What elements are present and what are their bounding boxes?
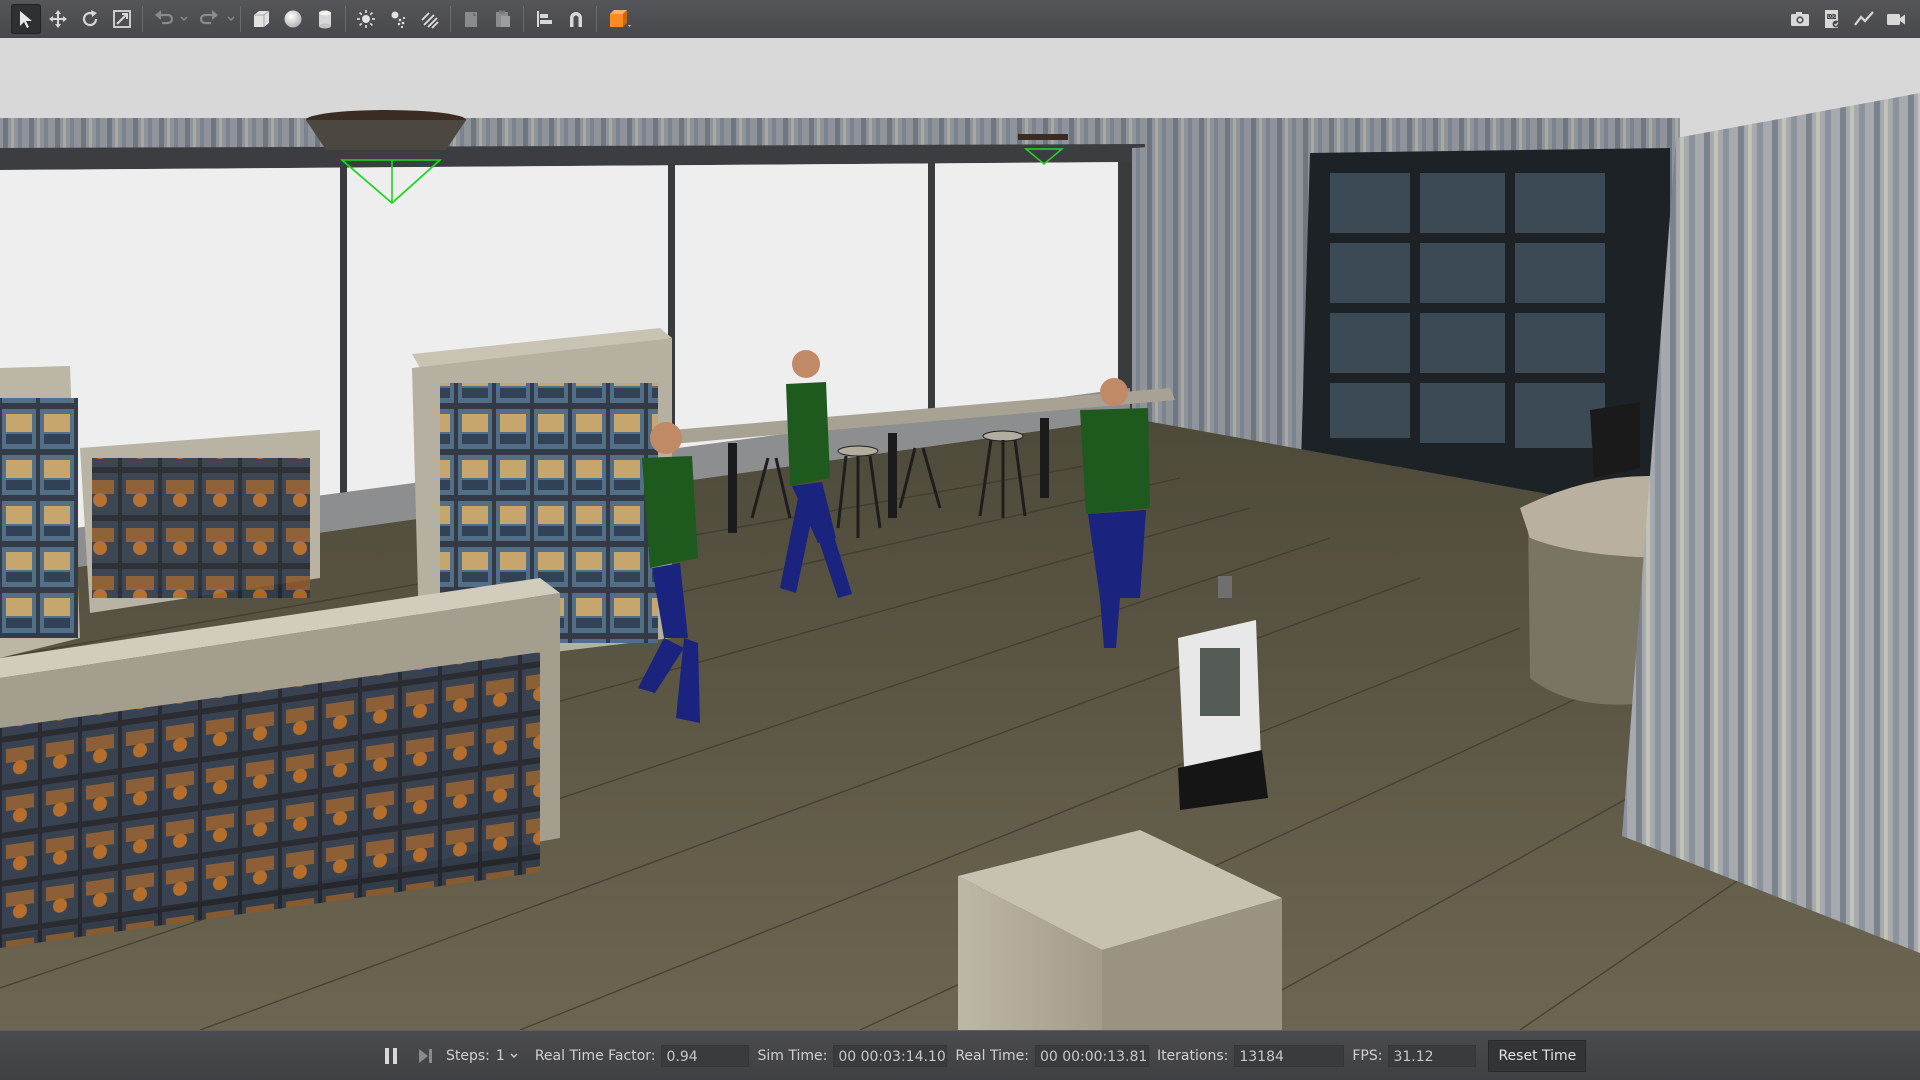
align-icon: [537, 11, 552, 27]
iterations-label: Iterations:: [1156, 1048, 1229, 1064]
chevron-down-icon: [510, 1053, 518, 1058]
point-light-button[interactable]: [351, 4, 381, 34]
reset-time-button[interactable]: Reset Time: [1488, 1040, 1587, 1072]
magnet-icon: [570, 12, 582, 27]
redo-icon: [199, 10, 218, 25]
sphere-shape-button[interactable]: [278, 4, 308, 34]
rotate-mode-button[interactable]: [75, 4, 105, 34]
chevron-down-icon: [180, 16, 188, 21]
change-view-button[interactable]: [602, 4, 638, 34]
box-shape-button[interactable]: [246, 4, 276, 34]
directional-light-icon: [421, 12, 439, 29]
undo-icon: [155, 10, 174, 25]
chart-line-icon: [1854, 11, 1874, 26]
paste-icon: [496, 10, 510, 27]
toolbar-separator: [240, 6, 241, 32]
move-arrows-icon: [49, 10, 67, 28]
screenshot-button[interactable]: [1785, 4, 1815, 34]
real-time-field: 00 00:00:13.818: [1034, 1045, 1149, 1067]
pause-icon: [385, 1048, 397, 1064]
translate-mode-button[interactable]: [43, 4, 73, 34]
arrow-cursor-icon: [20, 11, 32, 28]
cylinder-icon: [319, 10, 331, 29]
fps-label: FPS:: [1352, 1048, 1383, 1064]
spotlight-icon: [391, 11, 406, 29]
log-icon: LOG: [1825, 10, 1840, 28]
top-toolbar: LOG: [0, 0, 1920, 39]
chevron-down-icon: [227, 16, 235, 21]
simulation-controls: Steps: 1 Real Time Factor: 0.94 Sim Time…: [378, 1031, 1587, 1080]
sphere-icon: [284, 10, 302, 28]
status-bar: Steps: 1 Real Time Factor: 0.94 Sim Time…: [0, 1030, 1920, 1080]
real-time-factor-label: Real Time Factor:: [534, 1048, 656, 1064]
scale-mode-button[interactable]: [107, 4, 137, 34]
toolbar-separator: [523, 6, 524, 32]
redo-dropdown[interactable]: [226, 4, 236, 34]
fps-field: 31.12: [1388, 1045, 1477, 1067]
steps-label: Steps:: [446, 1048, 490, 1064]
step-button[interactable]: [412, 1043, 438, 1069]
svg-text:LOG: LOG: [1828, 14, 1838, 20]
snap-button[interactable]: [561, 4, 591, 34]
step-forward-icon: [419, 1049, 432, 1063]
rotate-icon: [82, 10, 98, 27]
steps-value: 1: [495, 1048, 505, 1064]
sim-time-field: 00 00:03:14.103: [833, 1045, 948, 1067]
redo-button[interactable]: [195, 4, 225, 34]
directional-light-button[interactable]: [415, 4, 445, 34]
scene-render: [0, 38, 1920, 1030]
toolbar-separator: [345, 6, 346, 32]
sun-icon: [357, 10, 375, 28]
scene-viewport[interactable]: [0, 38, 1920, 1030]
copy-button[interactable]: [456, 4, 486, 34]
record-video-button[interactable]: [1881, 4, 1911, 34]
toolbar-separator: [450, 6, 451, 32]
log-button[interactable]: LOG: [1817, 4, 1847, 34]
pause-button[interactable]: [378, 1043, 404, 1069]
real-time-label: Real Time:: [955, 1048, 1029, 1064]
gazebo-window: LOG Steps: 1 Real Time Factor: 0.94 Sim …: [0, 0, 1920, 1080]
undo-button[interactable]: [148, 4, 178, 34]
video-camera-icon: [1887, 14, 1905, 25]
scale-icon: [113, 10, 131, 28]
real-time-factor-field: 0.94: [661, 1045, 750, 1067]
select-mode-button[interactable]: [11, 4, 41, 34]
box-icon: [254, 10, 270, 27]
paste-button[interactable]: [488, 4, 518, 34]
view-cube-icon: [610, 10, 631, 27]
spot-light-button[interactable]: [383, 4, 413, 34]
undo-dropdown[interactable]: [179, 4, 189, 34]
toolbar-separator: [142, 6, 143, 32]
plot-button[interactable]: [1849, 4, 1879, 34]
cylinder-shape-button[interactable]: [310, 4, 340, 34]
camera-icon: [1791, 12, 1809, 26]
steps-spinbox[interactable]: 1: [496, 1048, 519, 1064]
copy-icon: [465, 12, 477, 27]
sim-time-label: Sim Time:: [757, 1048, 828, 1064]
toolbar-separator: [596, 6, 597, 32]
iterations-field: 13184: [1234, 1045, 1345, 1067]
align-button[interactable]: [529, 4, 559, 34]
toolbar-right-group: LOG: [1784, 0, 1912, 38]
